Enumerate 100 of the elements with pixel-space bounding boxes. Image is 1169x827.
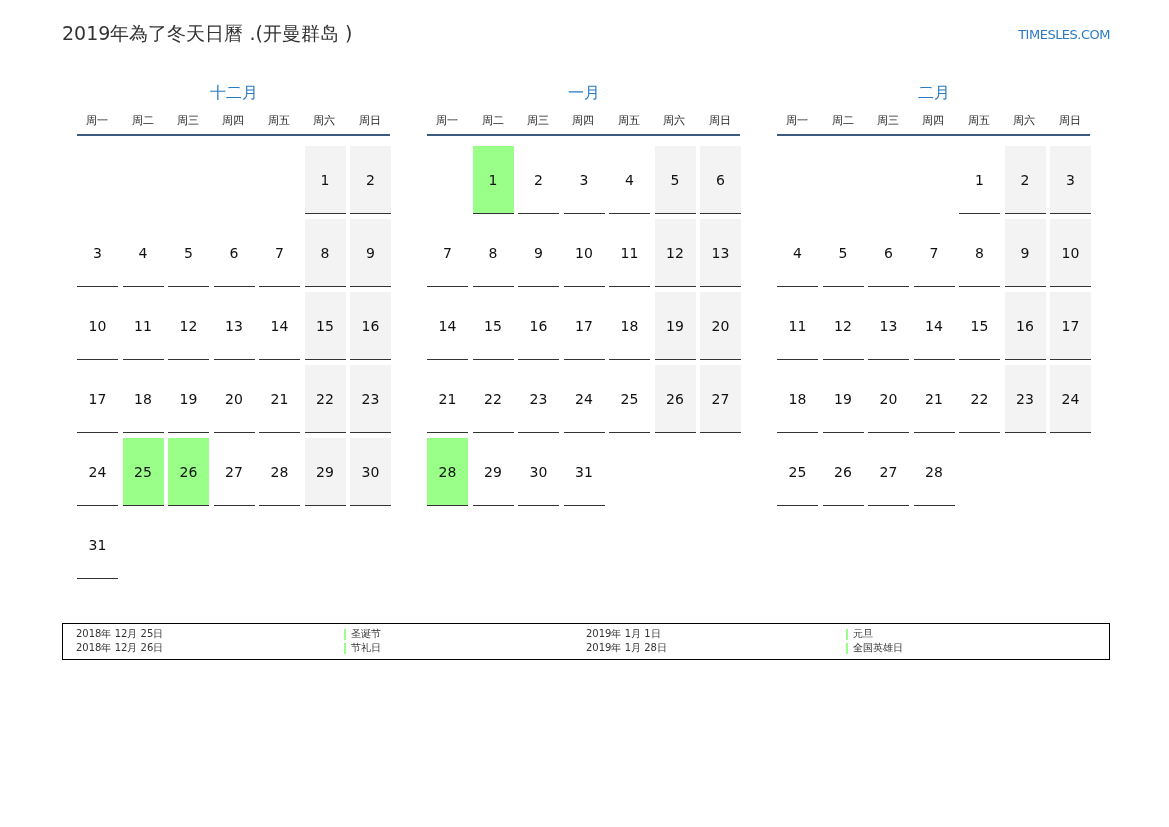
day-cell: 25 [122,438,164,506]
day-cell: 12 [168,292,209,360]
month-title: 二月 [916,83,951,104]
weekday-label: 周五 [266,113,291,128]
holiday-name: 元旦 [853,627,873,641]
day-cell: 11 [122,292,164,360]
day-cell: 26 [822,438,864,506]
day-cell: 19 [822,365,864,433]
day-cell: 5 [822,219,864,287]
day-cell: 31 [77,511,118,579]
weekday-label: 周日 [357,113,382,128]
day-cell: 18 [777,365,818,433]
weekday-label: 周三 [526,113,551,128]
month-title: 一月 [566,83,601,104]
day-cell: 26 [168,438,209,506]
day-cell: 5 [168,219,209,287]
day-cell: 11 [777,292,818,360]
weekday-label: 周五 [616,113,641,128]
day-cell: 4 [122,219,164,287]
day-cell: 11 [609,219,650,287]
day-cell: 14 [259,292,300,360]
day-cell: 30 [518,438,559,506]
day-cell: 12 [822,292,864,360]
weekday-label: 周日 [707,113,732,128]
day-cell: 23 [518,365,559,433]
weekday-label: 周四 [571,113,596,128]
day-cell: 9 [350,219,391,287]
day-cell: 21 [913,365,955,433]
day-cell: 8 [472,219,514,287]
weekday-label: 周一 [785,113,810,128]
day-cell: 29 [472,438,514,506]
day-cell: 15 [472,292,514,360]
day-cell: 20 [213,365,255,433]
day-cell: 16 [518,292,559,360]
weekday-label: 周一 [435,113,460,128]
weekday-label: 周四 [921,113,946,128]
holiday-date: 2019年 1月 1日 [586,627,662,641]
day-cell: 3 [563,146,605,214]
day-cell: 23 [1004,365,1046,433]
day-cell: 9 [1004,219,1046,287]
day-cell: 27 [868,438,909,506]
day-cell: 13 [700,219,741,287]
day-cell: 14 [427,292,468,360]
weekday-label: 周一 [85,113,110,128]
month-title: 十二月 [208,83,259,104]
day-cell: 22 [472,365,514,433]
day-cell: 28 [427,438,468,506]
day-cell: 14 [913,292,955,360]
day-cell: 9 [518,219,559,287]
weekday-label: 周三 [876,113,901,128]
day-cell: 29 [304,438,346,506]
day-cell: 15 [304,292,346,360]
weekday-label: 周六 [312,113,337,128]
day-cell: 13 [213,292,255,360]
day-cell: 28 [913,438,955,506]
holiday-name: 圣诞节 [351,627,381,641]
day-cell: 2 [350,146,391,214]
day-cell: 17 [77,365,118,433]
holiday-date: 2018年 12月 25日 [76,627,165,641]
site-logo[interactable]: TIMESLES.COM [1018,26,1110,42]
day-cell: 12 [654,219,696,287]
day-cell: 2 [1004,146,1046,214]
day-cell: 31 [563,438,605,506]
day-cell: 17 [1050,292,1091,360]
page-title: 2019年為了冬天日曆 .(开曼群岛 ) [62,21,353,46]
day-cell: 8 [959,219,1000,287]
day-cell: 3 [1050,146,1091,214]
day-cell: 10 [77,292,118,360]
holiday-date: 2019年 1月 28日 [586,641,668,655]
day-cell: 20 [700,292,741,360]
day-cell: 27 [700,365,741,433]
day-cell: 6 [213,219,255,287]
day-cell: 21 [427,365,468,433]
day-cell: 3 [77,219,118,287]
holiday-date: 2018年 12月 26日 [76,641,165,655]
day-cell: 7 [913,219,955,287]
day-cell: 10 [563,219,605,287]
day-cell: 5 [654,146,696,214]
weekday-label: 周三 [176,113,201,128]
day-cell: 1 [959,146,1000,214]
day-cell: 13 [868,292,909,360]
day-cell: 24 [1050,365,1091,433]
day-cell: 26 [654,365,696,433]
weekday-label: 周五 [966,113,991,128]
day-cell: 18 [122,365,164,433]
weekday-label: 周六 [1012,113,1037,128]
day-cell: 22 [959,365,1000,433]
day-cell: 1 [472,146,514,214]
day-cell: 4 [777,219,818,287]
day-cell: 17 [563,292,605,360]
weekday-label: 周六 [662,113,687,128]
day-cell: 8 [304,219,346,287]
day-cell: 6 [700,146,741,214]
day-cell: 6 [868,219,909,287]
day-cell: 19 [654,292,696,360]
day-cell: 18 [609,292,650,360]
day-cell: 28 [259,438,300,506]
day-cell: 21 [259,365,300,433]
weekday-label: 周二 [830,113,855,128]
day-cell: 22 [304,365,346,433]
